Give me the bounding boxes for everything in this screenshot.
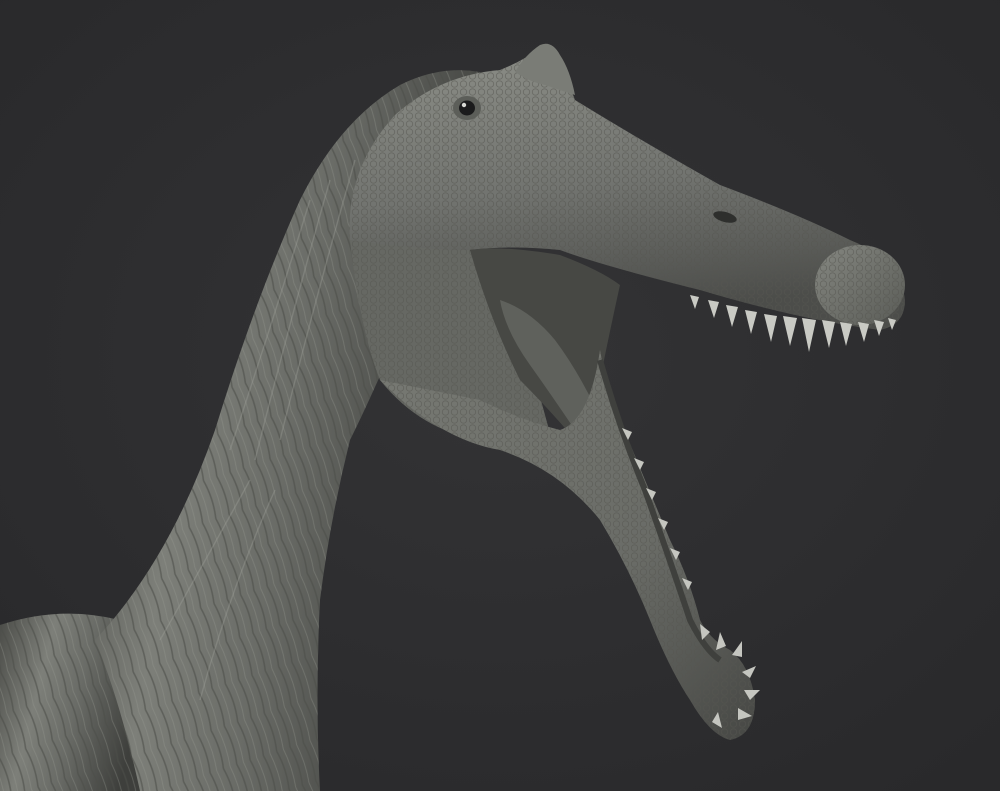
eye <box>453 96 481 120</box>
dinosaur-sculpt-image <box>0 0 1000 791</box>
viewport-canvas <box>0 0 1000 791</box>
